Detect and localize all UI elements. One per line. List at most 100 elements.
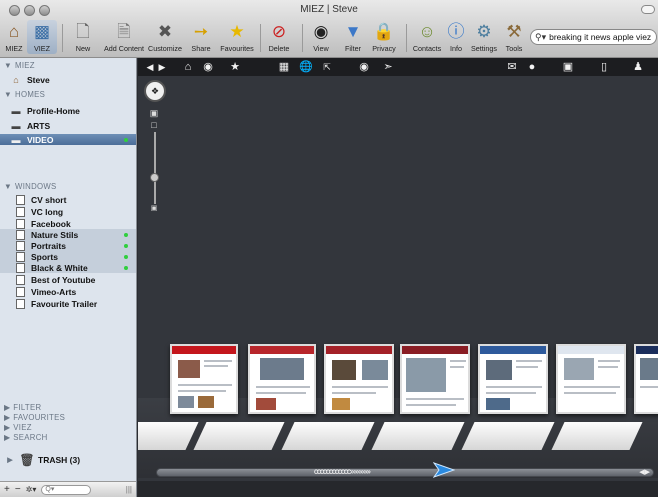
webpage-thumbnail[interactable] bbox=[400, 344, 470, 414]
active-indicator bbox=[124, 138, 128, 142]
sidebar-item-black-white[interactable]: Black & White bbox=[0, 262, 136, 273]
scroll-arrows-icon[interactable]: ◀▶ bbox=[639, 468, 650, 476]
info-button[interactable]: ⓘ Info bbox=[443, 20, 469, 54]
sidebar-item-profile-home[interactable]: ▬ Profile-Home bbox=[0, 105, 136, 116]
user-icon[interactable]: ♟ bbox=[630, 60, 646, 74]
filter-section-header[interactable]: ▶ FILTER bbox=[4, 403, 41, 412]
windows-section-header[interactable]: ▼ WINDOWS bbox=[4, 182, 57, 191]
contacts-button[interactable]: ☺ Contacts bbox=[408, 20, 446, 54]
compass-icon[interactable]: ➣ bbox=[380, 60, 396, 74]
add-button[interactable]: + bbox=[4, 484, 10, 495]
search-section-header[interactable]: ▶ SEARCH bbox=[4, 433, 48, 442]
sidebar-item-cv-short[interactable]: CV short bbox=[0, 194, 136, 205]
zoom-fit-icon[interactable]: ▣ bbox=[148, 108, 160, 119]
sidebar-item-trash[interactable]: ▶ 🗑 TRASH (3) bbox=[0, 452, 136, 467]
viewer-canvas: ◀ ▶ ⌂ ◉ ★ ▦ 🌐 ⇱ ◉ ➣ ✉ ● ▣ ▯ ♟ ❖ ▣ □ ▣ cc… bbox=[138, 58, 658, 497]
remove-button[interactable]: − bbox=[15, 484, 21, 495]
favourites-section-header[interactable]: ▶ FAVOURITES bbox=[4, 413, 65, 422]
sidebar: ▼ MIEZ ⌂ Steve ▼ HOMES ▬ Profile-Home ▬ AR… bbox=[0, 58, 137, 497]
new-document-icon: 🗋 bbox=[76, 21, 90, 41]
document-icon bbox=[16, 262, 25, 273]
webpage-thumbnail[interactable] bbox=[170, 344, 238, 414]
toolbar-toggle-button[interactable] bbox=[641, 5, 655, 14]
webpage-thumbnail[interactable] bbox=[478, 344, 548, 414]
sidebar-item-steve[interactable]: ⌂ Steve bbox=[0, 74, 136, 85]
hat-icon: ▬ bbox=[11, 134, 21, 145]
coverflow-shelf bbox=[371, 422, 465, 450]
webpage-thumbnail[interactable] bbox=[556, 344, 626, 414]
binoculars-icon: ◉ bbox=[313, 21, 329, 41]
document-icon bbox=[16, 206, 25, 217]
resize-handle-icon[interactable]: ||| bbox=[126, 485, 132, 494]
webpage-thumbnail[interactable] bbox=[324, 344, 394, 414]
viez-icon: ▩ bbox=[33, 21, 51, 41]
homes-section-header[interactable]: ▼ HOMES bbox=[4, 90, 45, 99]
grid-icon[interactable]: ▦ bbox=[276, 60, 292, 74]
add-content-icon: 🗎 bbox=[117, 21, 131, 41]
delete-icon: ⊘ bbox=[271, 21, 287, 41]
viez-section-header[interactable]: ▶ VIEZ bbox=[4, 423, 32, 432]
sidebar-item-nature-stils[interactable]: Nature Stils bbox=[0, 229, 136, 240]
sidebar-item-arts[interactable]: ▬ ARTS bbox=[0, 120, 136, 131]
delete-button[interactable]: ⊘ Delete bbox=[262, 20, 296, 54]
sidebar-item-vc-long[interactable]: VC long bbox=[0, 206, 136, 217]
sidebar-filter-input[interactable]: Q▾ bbox=[41, 484, 92, 495]
zoom-page-icon[interactable]: □ bbox=[148, 120, 160, 130]
search-input[interactable]: ⚲▾ breaking it news apple viez bbox=[530, 29, 657, 45]
active-indicator bbox=[124, 255, 128, 259]
zoom-slider-knob[interactable] bbox=[150, 173, 159, 182]
globe-icon[interactable]: 🌐 bbox=[298, 60, 314, 74]
disclosure-icon: ▶ bbox=[7, 456, 13, 464]
privacy-button[interactable]: 🔒 Privacy bbox=[366, 20, 402, 54]
webpage-thumbnail[interactable] bbox=[634, 344, 658, 414]
home-icon: ⌂ bbox=[13, 74, 19, 85]
contacts-icon: ☺ bbox=[418, 21, 436, 41]
add-content-button[interactable]: 🗎 Add Content bbox=[102, 20, 146, 54]
document-icon bbox=[16, 298, 25, 309]
forward-icon[interactable]: ▶ bbox=[154, 60, 170, 74]
webpage-thumbnail[interactable] bbox=[248, 344, 316, 414]
trash-icon: 🗑 bbox=[19, 452, 35, 467]
share-icon: ➙ bbox=[193, 21, 209, 41]
tools-button[interactable]: ⚒ Tools bbox=[500, 20, 528, 54]
zoom-slider-track[interactable] bbox=[154, 132, 156, 204]
sidebar-item-vimeo-arts[interactable]: Vimeo-Arts bbox=[0, 286, 136, 297]
sidebar-item-sports[interactable]: Sports bbox=[0, 251, 136, 262]
hat-icon: ▬ bbox=[11, 105, 21, 116]
toolbar-separator bbox=[302, 24, 303, 52]
share-button[interactable]: ➙ Share bbox=[186, 20, 216, 54]
settings-button[interactable]: ⚙ Settings bbox=[468, 20, 500, 54]
clipboard-icon[interactable]: ▯ bbox=[596, 60, 612, 74]
miez-section-header[interactable]: ▼ MIEZ bbox=[4, 61, 35, 70]
expand-icon[interactable]: ⇱ bbox=[319, 60, 335, 74]
coverflow-shelf bbox=[461, 422, 555, 450]
chat-icon[interactable]: ● bbox=[524, 60, 540, 74]
miez-button[interactable]: ⌂ MIEZ bbox=[0, 20, 29, 54]
search-icon: ⚲▾ bbox=[535, 31, 547, 42]
star-icon[interactable]: ★ bbox=[227, 60, 243, 74]
sidebar-item-portraits[interactable]: Portraits bbox=[0, 240, 136, 251]
download-icon[interactable]: ◉ bbox=[356, 60, 372, 74]
view-button[interactable]: ◉ View bbox=[306, 20, 336, 54]
coverflow-shelf bbox=[281, 422, 375, 450]
favourites-button[interactable]: ★ Favourites bbox=[216, 20, 258, 54]
sidebar-item-video[interactable]: ▬ VIDEO bbox=[0, 134, 136, 145]
customize-button[interactable]: ✖ Customize bbox=[146, 20, 184, 54]
zoom-reset-icon[interactable]: ▣ bbox=[148, 204, 160, 212]
coverflow-scrollbar[interactable] bbox=[156, 468, 654, 477]
sidebar-footer: + − ✲▾ Q▾ ||| bbox=[0, 481, 136, 497]
home-icon[interactable]: ⌂ bbox=[180, 60, 196, 74]
scroll-thumb-arrow-icon[interactable] bbox=[433, 460, 455, 480]
window-title: MIEZ | Steve bbox=[300, 4, 358, 15]
navigation-pad[interactable]: ❖ bbox=[144, 80, 166, 102]
viez-button[interactable]: ▩ VIEZ bbox=[27, 20, 57, 54]
new-button[interactable]: 🗋 New bbox=[64, 20, 102, 54]
record-icon[interactable]: ◉ bbox=[200, 60, 216, 74]
action-menu-button[interactable]: ✲▾ bbox=[26, 485, 37, 494]
sidebar-item-favourite-trailer[interactable]: Favourite Trailer bbox=[0, 298, 136, 309]
camera-icon[interactable]: ▣ bbox=[560, 60, 576, 74]
mail-icon[interactable]: ✉ bbox=[504, 60, 520, 74]
sidebar-item-facebook[interactable]: Facebook bbox=[0, 218, 136, 229]
sidebar-item-best-of-youtube[interactable]: Best of Youtube bbox=[0, 274, 136, 285]
filter-button[interactable]: ▼ Filter bbox=[338, 20, 368, 54]
